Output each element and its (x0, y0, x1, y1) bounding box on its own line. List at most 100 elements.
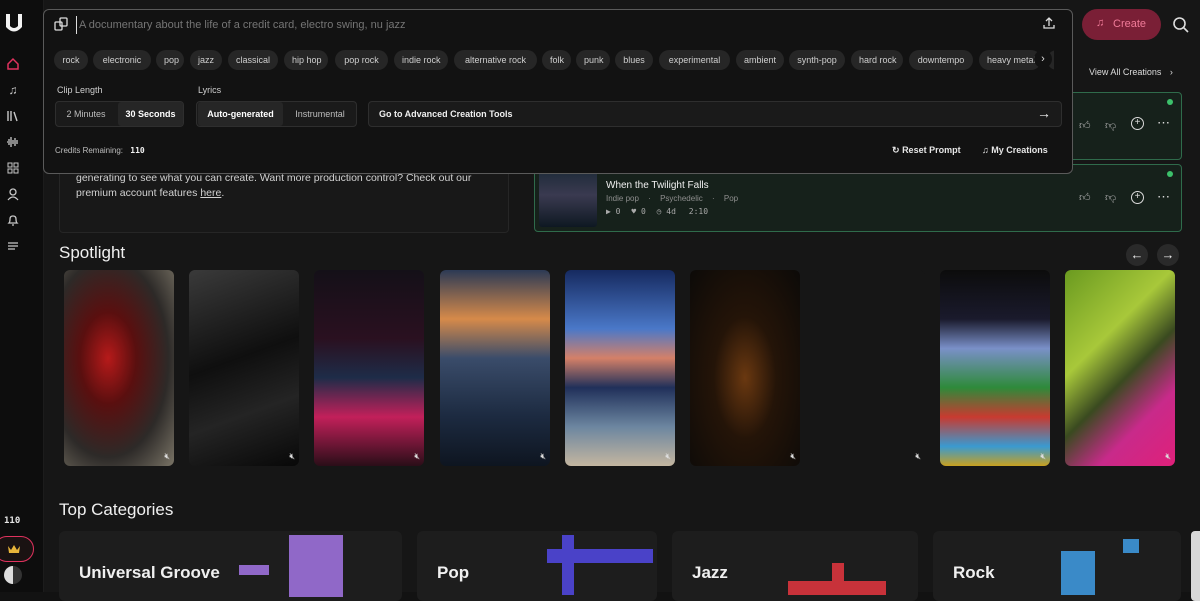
advanced-tools-button[interactable]: Go to Advanced Creation Tools → (368, 101, 1062, 127)
spotlight-title: Spotlight (59, 243, 126, 262)
top-categories-title: Top Categories (59, 500, 174, 519)
tag-chip[interactable]: classical (228, 50, 278, 70)
mute-icon[interactable]: 🔇︎ (790, 451, 796, 462)
tag-chip[interactable]: jazz (190, 50, 222, 70)
spotlight-card[interactable]: 🔇︎ (690, 270, 800, 466)
tag-chip[interactable]: heavy metal (979, 50, 1041, 70)
spotlight-card[interactable]: 🔇︎ (1065, 270, 1175, 466)
logo-icon[interactable] (4, 12, 24, 36)
premium-link[interactable]: here (200, 187, 221, 199)
category-card[interactable]: Jazz (672, 531, 918, 601)
genre-tag[interactable]: Psychedelic (660, 194, 703, 203)
crown-button[interactable] (0, 536, 34, 562)
home-icon[interactable] (6, 57, 20, 71)
tag-chip[interactable]: pop (156, 50, 184, 70)
clock-icon: ◷ (656, 207, 662, 216)
tag-chip[interactable]: electronic (93, 50, 151, 70)
category-art (1123, 539, 1139, 553)
tag-chip[interactable]: pop rock (335, 50, 388, 70)
mute-icon[interactable]: 🔇︎ (289, 451, 295, 462)
thumb-down-icon[interactable]: 👎︎ (1105, 119, 1116, 132)
waveform-icon[interactable] (6, 135, 20, 149)
create-button[interactable]: ♫ Create (1082, 9, 1161, 40)
tag-chip[interactable]: hard rock (851, 50, 903, 70)
carousel-prev-button[interactable]: ← (1126, 244, 1148, 266)
tag-chip[interactable]: blues (615, 50, 653, 70)
mute-icon[interactable]: 🔇︎ (164, 451, 170, 462)
spotlight-card[interactable]: 🔇︎ (64, 270, 174, 466)
category-art (289, 535, 343, 597)
credits-label: Credits Remaining: (55, 146, 124, 155)
menu-icon[interactable] (6, 239, 20, 253)
tag-chip[interactable]: alternative rock (454, 50, 537, 70)
genre-tag[interactable]: Pop (724, 194, 738, 203)
library-icon[interactable] (6, 109, 20, 123)
tag-chip[interactable]: synth-pop (789, 50, 845, 70)
genre-tag[interactable]: Indie pop (606, 194, 639, 203)
mute-icon[interactable]: 🔇︎ (665, 451, 671, 462)
add-icon[interactable]: + (1131, 191, 1144, 204)
tag-chips: rock electronic pop jazz classical hip h… (54, 10, 1054, 80)
tag-chip[interactable]: folk (542, 50, 571, 70)
mute-icon[interactable]: 🔇︎ (1165, 451, 1171, 462)
spotlight-card[interactable]: 🔇︎ (440, 270, 550, 466)
clip-length-selector: 2 Minutes 30 Seconds (55, 101, 184, 127)
arrow-right-icon: → (1161, 247, 1175, 262)
credits-value: 110 (130, 146, 145, 155)
lyrics-option-auto[interactable]: Auto-generated (198, 102, 283, 126)
lyrics-option-instrumental[interactable]: Instrumental (283, 102, 357, 126)
category-art (788, 581, 886, 595)
reset-icon: ↻ (892, 145, 900, 155)
reset-prompt-button[interactable]: ↻ Reset Prompt (892, 145, 961, 156)
sidebar: ♫ 110 (0, 0, 44, 592)
mute-icon[interactable]: 🔇︎ (1040, 451, 1046, 462)
spotlight-card[interactable]: 🔇︎ (314, 270, 424, 466)
category-label: Rock (953, 563, 995, 582)
mute-icon[interactable]: 🔇︎ (915, 451, 921, 462)
spotlight-card[interactable]: 🔇︎ (815, 270, 925, 466)
category-card[interactable]: Universal Groove (59, 531, 402, 601)
category-card[interactable]: Pop (417, 531, 657, 601)
spotlight-card[interactable]: 🔇︎ (189, 270, 299, 466)
tag-chip[interactable]: punk (576, 50, 610, 70)
carousel-next-button[interactable]: → (1157, 244, 1179, 266)
thumb-up-icon[interactable]: 👍︎ (1079, 119, 1091, 132)
bell-icon[interactable] (6, 213, 20, 227)
clip-option-2min[interactable]: 2 Minutes (56, 102, 116, 126)
lyrics-label: Lyrics (198, 85, 222, 95)
tag-chip[interactable]: rock (54, 50, 88, 70)
music-note-icon: ♫ (982, 145, 989, 155)
avatar[interactable] (4, 566, 22, 584)
clip-option-30s[interactable]: 30 Seconds (118, 102, 183, 126)
tag-chip[interactable]: indie rock (394, 50, 448, 70)
thumb-up-icon[interactable]: 👍︎ (1079, 191, 1091, 204)
creation-card-twilight[interactable]: When the Twilight Falls Indie pop · Psyc… (534, 164, 1182, 232)
spotlight-card[interactable]: 🔇︎ (565, 270, 675, 466)
search-icon[interactable] (1172, 16, 1190, 34)
more-icon[interactable]: ⋯ (1157, 189, 1170, 205)
category-card[interactable]: Rock (933, 531, 1181, 601)
tag-chip[interactable]: experimental (659, 50, 730, 70)
music-note-icon[interactable]: ♫ (6, 83, 20, 97)
spotlight-card[interactable]: 🔇︎ (940, 270, 1050, 466)
tag-chip[interactable]: ambient (736, 50, 784, 70)
lyrics-selector: Auto-generated Instrumental (196, 101, 357, 127)
my-creations-button[interactable]: ♫ My Creations (982, 145, 1048, 155)
credits-remaining: Credits Remaining: 110 (55, 146, 145, 155)
tags-next-button[interactable]: › (1034, 50, 1052, 68)
tag-chip[interactable]: downtempo (909, 50, 973, 70)
category-card[interactable] (1191, 531, 1200, 601)
mute-icon[interactable]: 🔇︎ (540, 451, 546, 462)
tag-chip[interactable]: hip hop (284, 50, 328, 70)
add-icon[interactable]: + (1131, 117, 1144, 130)
category-label: Jazz (692, 563, 728, 582)
plays-count: 0 (615, 207, 621, 216)
view-all-creations-link[interactable]: View All Creations › (1089, 67, 1173, 77)
thumb-down-icon[interactable]: 👎︎ (1105, 191, 1116, 204)
user-icon[interactable] (6, 187, 20, 201)
mute-icon[interactable]: 🔇︎ (414, 451, 420, 462)
grid-icon[interactable] (6, 161, 20, 175)
more-icon[interactable]: ⋯ (1157, 115, 1170, 131)
play-icon: ▶ (606, 207, 611, 216)
track-title[interactable]: When the Twilight Falls (606, 180, 709, 191)
